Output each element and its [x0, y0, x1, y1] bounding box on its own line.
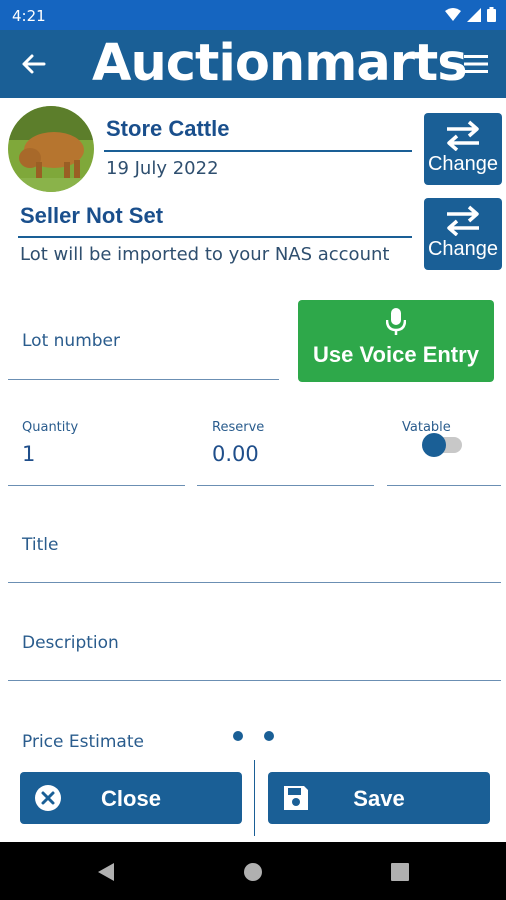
menu-button[interactable]: [462, 52, 490, 76]
status-bar: 4:21: [0, 0, 506, 30]
divider: [104, 150, 412, 152]
voice-entry-button[interactable]: Use Voice Entry: [298, 300, 494, 382]
app-bar: Auctionmarts: [0, 30, 506, 98]
reserve-value: 0.00: [212, 442, 259, 466]
microphone-icon: [386, 308, 406, 335]
seller-note: Lot will be imported to your NAS account: [20, 244, 390, 265]
change-seller-label: Change: [427, 238, 499, 260]
status-time: 4:21: [12, 7, 46, 25]
description-underline: [8, 680, 501, 681]
sale-photo: [8, 106, 94, 192]
reserve-label: Reserve: [212, 420, 265, 435]
menu-icon: [464, 55, 488, 73]
close-label: Close: [101, 786, 161, 811]
app-logo: Auctionmarts: [92, 34, 468, 93]
save-label: Save: [353, 786, 405, 811]
divider: [18, 236, 412, 238]
title-label: Title: [22, 535, 59, 555]
change-sale-label: Change: [427, 153, 499, 175]
button-divider: [254, 760, 255, 836]
nav-home-icon[interactable]: [243, 862, 263, 882]
title-underline: [8, 582, 501, 583]
quantity-label: Quantity: [22, 420, 79, 435]
back-button[interactable]: [18, 50, 50, 78]
quantity-underline: [8, 485, 185, 486]
save-button[interactable]: Save: [268, 772, 490, 824]
lot-number-underline: [8, 379, 279, 380]
signal-icon: [467, 7, 481, 22]
close-button[interactable]: Close: [20, 772, 242, 824]
system-nav-bar: [0, 842, 506, 900]
seller-title: Seller Not Set: [20, 203, 164, 228]
wifi-icon: [445, 7, 461, 21]
price-estimate-label: Price Estimate: [22, 732, 144, 752]
price-estimate-dot: [233, 731, 243, 741]
vatable-label: Vatable: [402, 420, 451, 435]
vatable-toggle[interactable]: [422, 433, 446, 457]
nav-recents-icon[interactable]: [391, 863, 409, 881]
voice-entry-label: Use Voice Entry: [313, 342, 479, 367]
sale-title: Store Cattle: [106, 116, 230, 141]
swap-icon: [447, 205, 479, 236]
vatable-underline: [387, 485, 501, 486]
sale-date: 19 July 2022: [106, 158, 219, 179]
price-estimate-dot: [264, 731, 274, 741]
description-label: Description: [22, 633, 119, 653]
change-sale-button[interactable]: Change: [424, 113, 502, 185]
reserve-underline: [197, 485, 374, 486]
swap-icon: [447, 120, 479, 151]
change-seller-button[interactable]: Change: [424, 198, 502, 270]
nav-back-icon[interactable]: [96, 861, 116, 883]
quantity-value: 1: [22, 442, 36, 466]
cattle-image: [8, 106, 94, 192]
battery-icon: [487, 7, 496, 22]
lot-number-label: Lot number: [22, 331, 120, 351]
back-arrow-icon: [22, 54, 46, 74]
